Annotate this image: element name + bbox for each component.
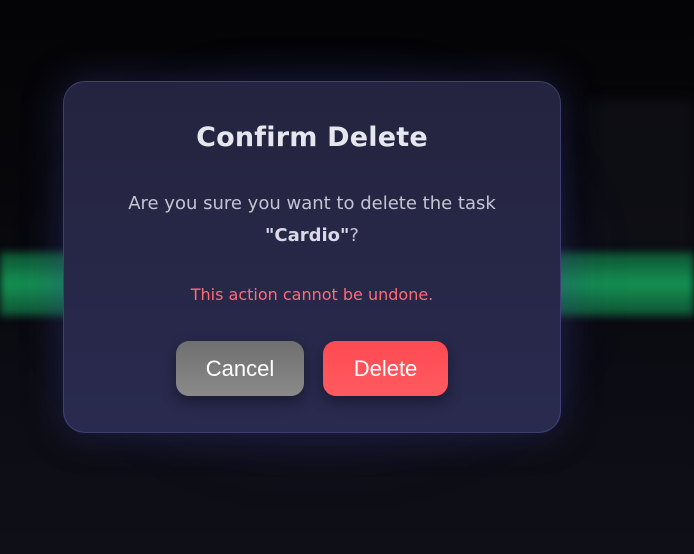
dialog-message-prefix: Are you sure you want to delete the task xyxy=(128,193,496,214)
task-name: "Cardio" xyxy=(265,225,350,246)
delete-button[interactable]: Delete xyxy=(323,341,448,396)
warning-text: This action cannot be undone. xyxy=(190,285,434,304)
confirm-delete-dialog: Confirm Delete Are you sure you want to … xyxy=(63,81,561,433)
dialog-message-suffix: ? xyxy=(349,225,359,246)
background-side-panel xyxy=(590,100,694,250)
dialog-title: Confirm Delete xyxy=(196,122,428,153)
dialog-message: Are you sure you want to delete the task… xyxy=(104,188,520,252)
dialog-actions: Cancel Delete xyxy=(64,341,560,396)
cancel-button[interactable]: Cancel xyxy=(176,341,304,396)
